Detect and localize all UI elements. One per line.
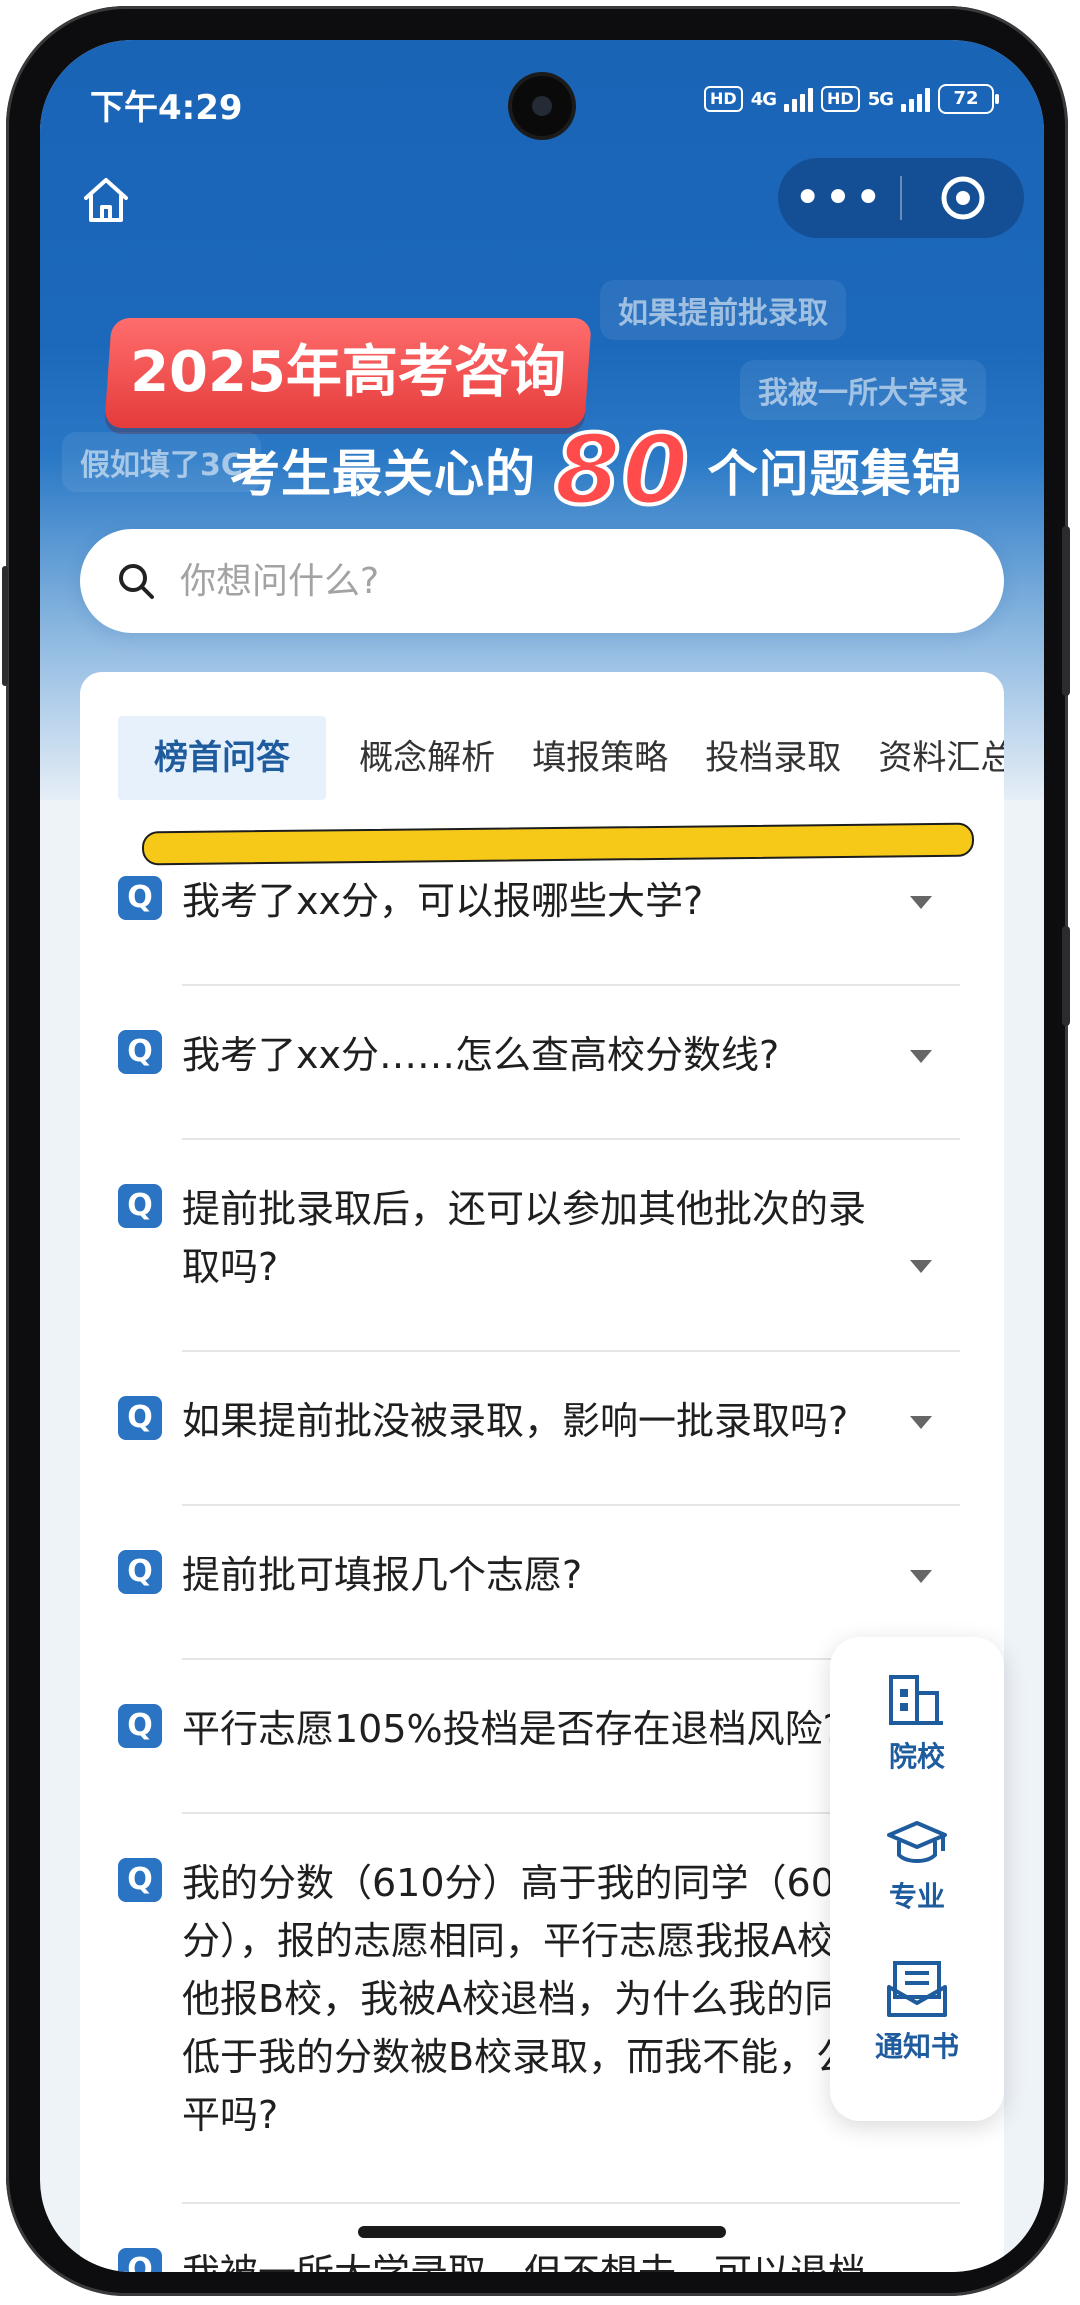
bubble-question: 我被一所大学录 xyxy=(740,360,986,420)
volume-rocker xyxy=(1062,526,1070,696)
divider xyxy=(182,2202,960,2204)
divider xyxy=(182,1138,960,1140)
hd-badge: HD xyxy=(821,86,860,112)
chevron-down-icon xyxy=(910,1570,932,1583)
question-text: 我的分数（610分）高于我的同学（607分），报的志愿相同，平行志愿我报A校，他… xyxy=(182,1861,881,2137)
nav-majors-button[interactable]: 专业 xyxy=(830,1815,1004,1915)
nav-admission-letter-button[interactable]: 通知书 xyxy=(830,1957,1004,2065)
floating-nav: 院校 专业 通知书 xyxy=(830,1637,1004,2121)
tab-resources[interactable]: 资料汇总 xyxy=(862,716,1004,800)
question-text: 我考了xx分，可以报哪些大学? xyxy=(182,879,704,923)
question-badge: Q xyxy=(118,1396,162,1440)
building-icon xyxy=(889,1675,943,1725)
divider xyxy=(182,1350,960,1352)
close-mini-program-button[interactable] xyxy=(902,174,1024,222)
search-bar[interactable] xyxy=(80,529,1004,633)
hd-badge: HD xyxy=(704,86,743,112)
question-text: 我考了xx分……怎么查高校分数线? xyxy=(182,1033,780,1077)
search-icon xyxy=(119,564,154,599)
home-icon xyxy=(84,178,128,222)
home-button[interactable] xyxy=(76,170,136,230)
nav-colleges-button[interactable]: 院校 xyxy=(830,1667,1004,1775)
signal-icon xyxy=(901,86,930,112)
question-badge: Q xyxy=(118,1858,162,1902)
volume-button xyxy=(2,566,8,686)
network-type-label: 4G xyxy=(750,88,777,110)
question-text: 如果提前批没被录取，影响一批录取吗? xyxy=(182,1399,849,1443)
category-tabs: 榜首问答 概念解析 填报策略 投档录取 资料汇总 xyxy=(118,716,1004,800)
bubble-question: 如果提前批录取 xyxy=(600,280,846,340)
highlight-marker xyxy=(141,822,975,866)
question-text: 提前批可填报几个志愿? xyxy=(182,1553,583,1597)
status-icons: HD 4G HD 5G 72 xyxy=(704,84,999,114)
power-button xyxy=(1062,926,1070,1026)
nav-colleges-label: 院校 xyxy=(888,1740,945,1773)
network-type-label: 5G xyxy=(867,88,894,110)
divider xyxy=(182,984,960,986)
chevron-down-icon xyxy=(910,1260,932,1273)
front-camera xyxy=(512,76,572,136)
target-circle-icon xyxy=(941,176,985,220)
question-badge: Q xyxy=(118,1704,162,1748)
battery-icon: 72 xyxy=(938,84,999,114)
title-tag: 2025年高考咨询 xyxy=(104,318,592,428)
status-time: 下午4:29 xyxy=(90,88,243,128)
envelope-icon xyxy=(887,1961,947,2017)
question-badge: Q xyxy=(118,1550,162,1594)
title-tag-text: 2025年高考咨询 xyxy=(130,340,566,405)
question-text: 提前批录取后，还可以参加其他批次的录取吗? xyxy=(182,1187,867,1289)
subtitle-after: 个问题集锦 xyxy=(707,445,963,503)
question-badge: Q xyxy=(118,1184,162,1228)
graduation-cap-icon xyxy=(887,1821,947,1863)
question-text: 我被一所大学录取，但不想去，可以退档 xyxy=(182,2244,942,2272)
divider xyxy=(182,1504,960,1506)
screen: 下午4:29 HD 4G HD 5G 72 ••• 如果提前批录取 我被一所大学… xyxy=(40,40,1044,2272)
nav-majors-label: 专业 xyxy=(888,1880,945,1913)
tab-top-questions[interactable]: 榜首问答 xyxy=(118,716,326,800)
chevron-down-icon xyxy=(910,1050,932,1063)
banner-subtitle: 考生最关心的 80 个问题集锦 xyxy=(230,414,963,526)
phone-frame: 下午4:29 HD 4G HD 5G 72 ••• 如果提前批录取 我被一所大学… xyxy=(2,6,1070,2296)
more-menu-button[interactable]: ••• xyxy=(778,168,900,228)
chevron-down-icon xyxy=(910,896,932,909)
tab-concepts[interactable]: 概念解析 xyxy=(343,716,511,800)
subtitle-number: 80 xyxy=(552,414,691,526)
nav-admission-letter-label: 通知书 xyxy=(874,2030,959,2063)
tab-admission[interactable]: 投档录取 xyxy=(689,716,857,800)
question-badge: Q xyxy=(118,2248,162,2272)
subtitle-before: 考生最关心的 xyxy=(230,445,536,503)
chevron-down-icon xyxy=(910,1416,932,1429)
question-badge: Q xyxy=(118,876,162,920)
mini-program-capsule: ••• xyxy=(778,158,1024,238)
home-indicator[interactable] xyxy=(358,2226,726,2238)
search-input[interactable] xyxy=(178,559,942,603)
question-text: 平行志愿105%投档是否存在退档风险? xyxy=(182,1707,843,1751)
tab-strategy[interactable]: 填报策略 xyxy=(516,716,684,800)
signal-icon xyxy=(784,86,814,112)
question-badge: Q xyxy=(118,1030,162,1074)
status-bar: 下午4:29 HD 4G HD 5G 72 xyxy=(40,40,1044,160)
